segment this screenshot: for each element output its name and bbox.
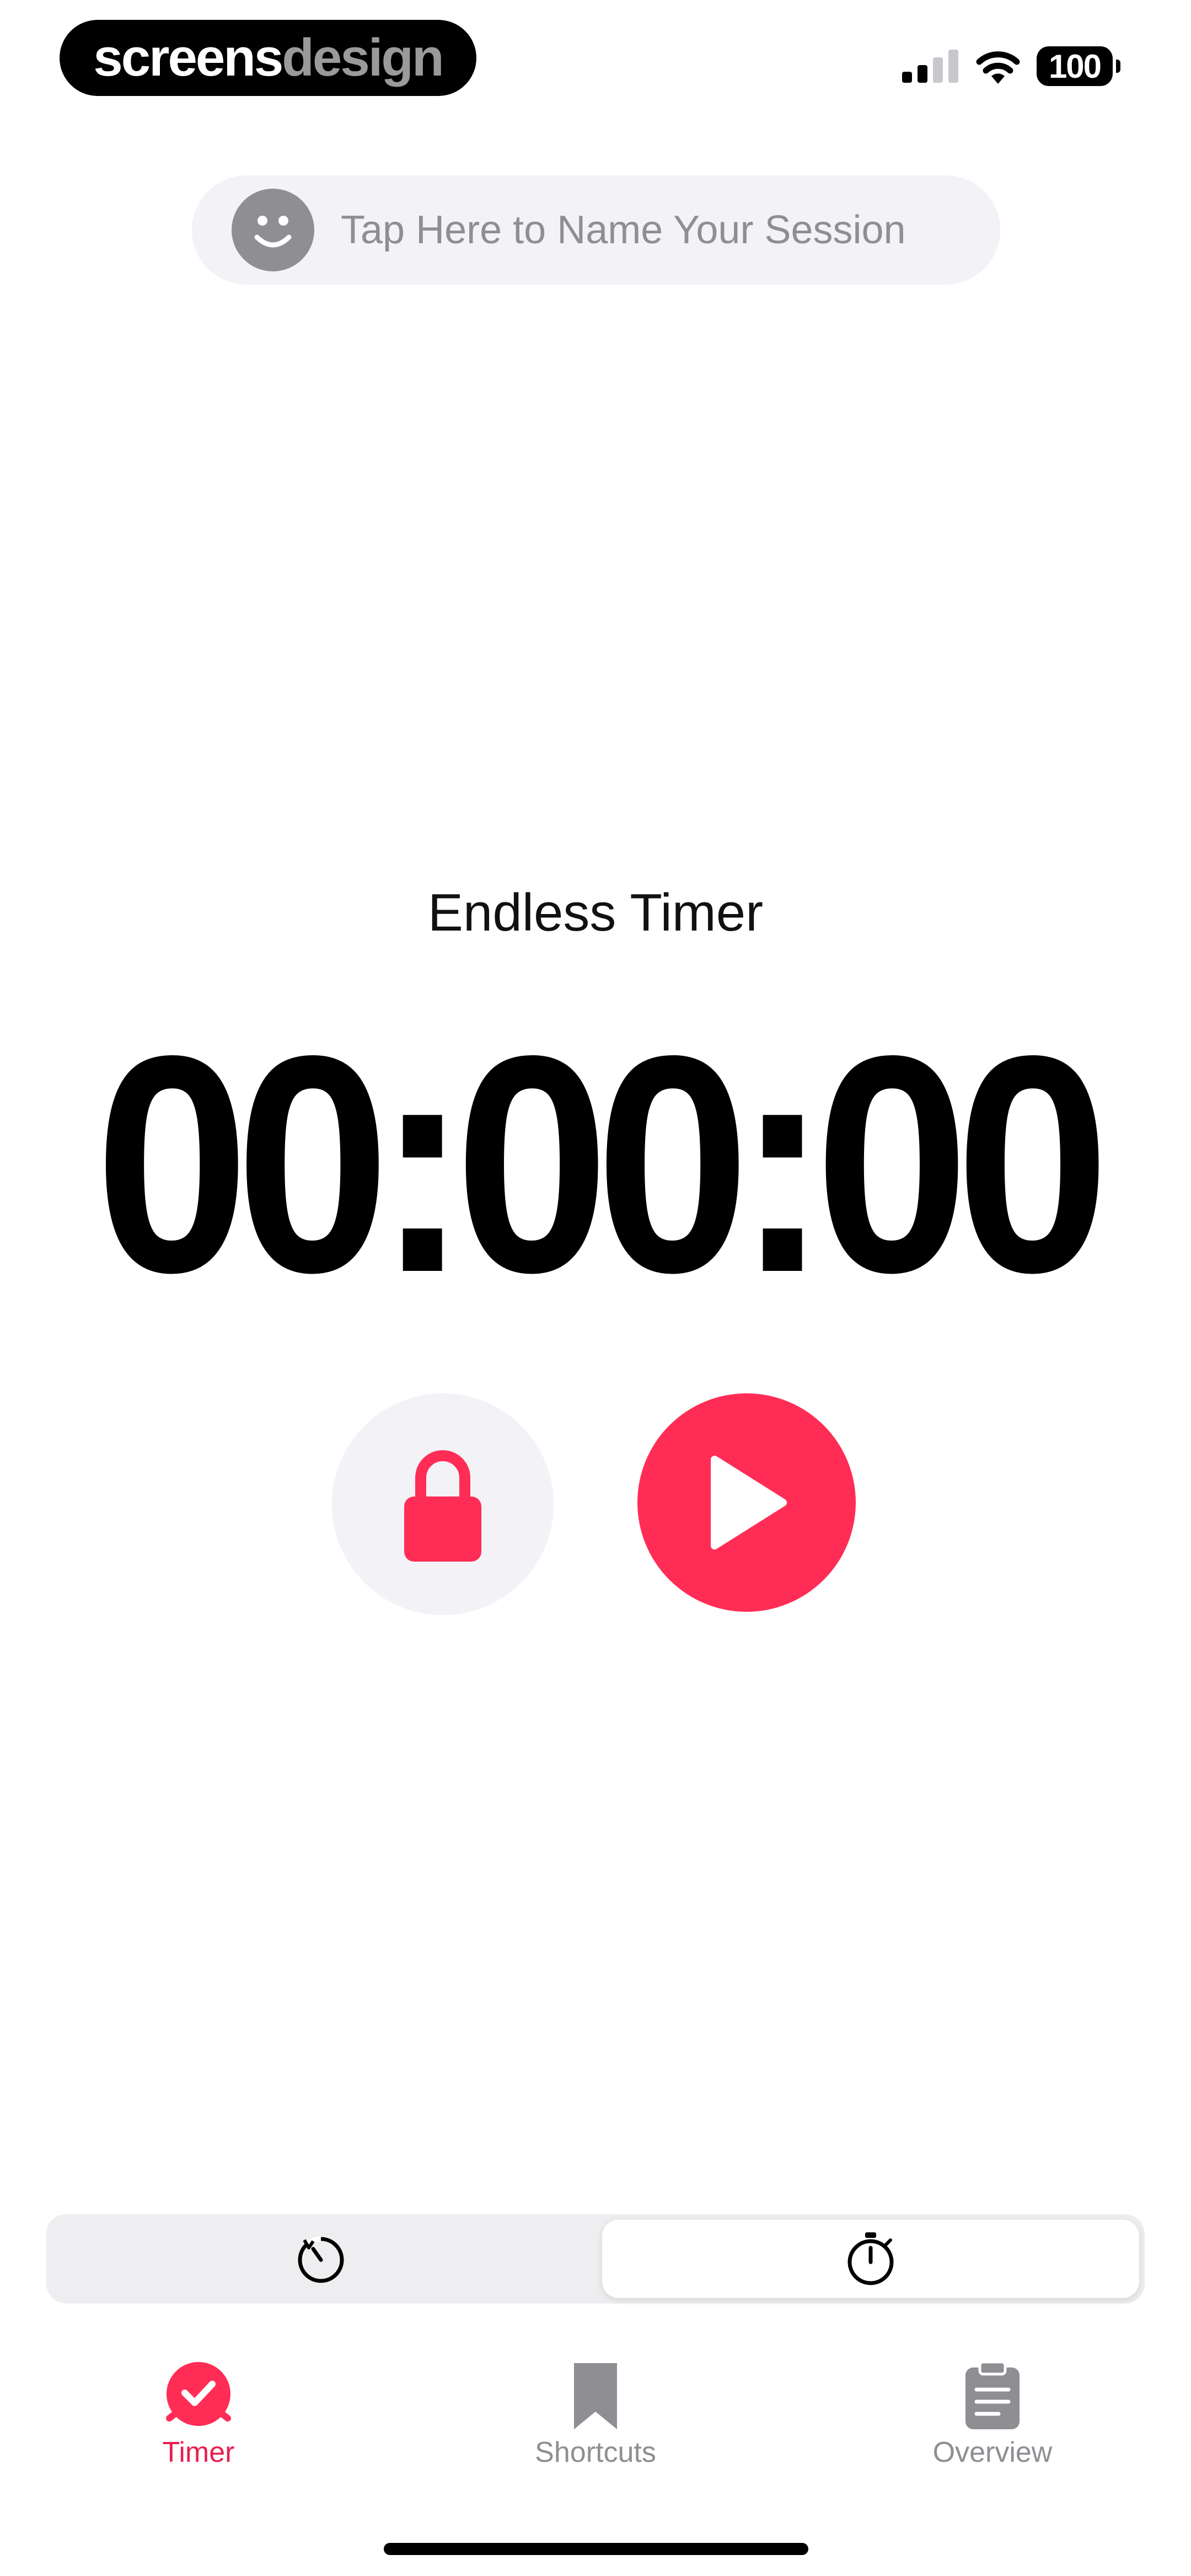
tab-shortcuts[interactable]: Shortcuts [480, 2361, 711, 2482]
screensdesign-watermark: screens design [60, 20, 476, 96]
tab-overview-label: Overview [932, 2436, 1053, 2468]
timer-check-icon [166, 2362, 231, 2426]
stopwatch-icon [847, 2232, 894, 2285]
tab-timer[interactable]: Timer [83, 2361, 314, 2482]
tab-shortcuts-label: Shortcuts [535, 2436, 656, 2468]
play-icon [711, 1456, 787, 1549]
timer-display: 00:00:00 [95, 991, 1110, 1337]
tab-overview[interactable]: Overview [877, 2361, 1108, 2482]
lock-button[interactable] [332, 1393, 554, 1615]
stopwatch-mode-segment[interactable] [602, 2220, 1139, 2298]
timer-countdown-icon [298, 2236, 344, 2283]
home-indicator[interactable] [384, 2543, 808, 2555]
tab-timer-label: Timer [162, 2436, 235, 2468]
play-button[interactable] [637, 1393, 856, 1612]
bookmark-icon [574, 2363, 617, 2429]
smiley-face-icon [232, 189, 314, 271]
battery-indicator: 100 [1037, 46, 1120, 86]
session-name-button[interactable]: Tap Here to Name Your Session [192, 175, 1000, 285]
timer-mode-title: Endless Timer [427, 883, 764, 942]
clipboard-icon [965, 2361, 1020, 2429]
watermark-text-design: design [282, 28, 444, 87]
timer-mode-switch [46, 2214, 1145, 2304]
session-name-placeholder: Tap Here to Name Your Session [341, 208, 906, 252]
wifi-icon [976, 51, 1020, 84]
countdown-mode-segment[interactable] [46, 2214, 596, 2304]
lock-icon [404, 1450, 481, 1562]
watermark-text-screens: screens [93, 28, 283, 87]
cellular-signal-icon [902, 50, 958, 83]
